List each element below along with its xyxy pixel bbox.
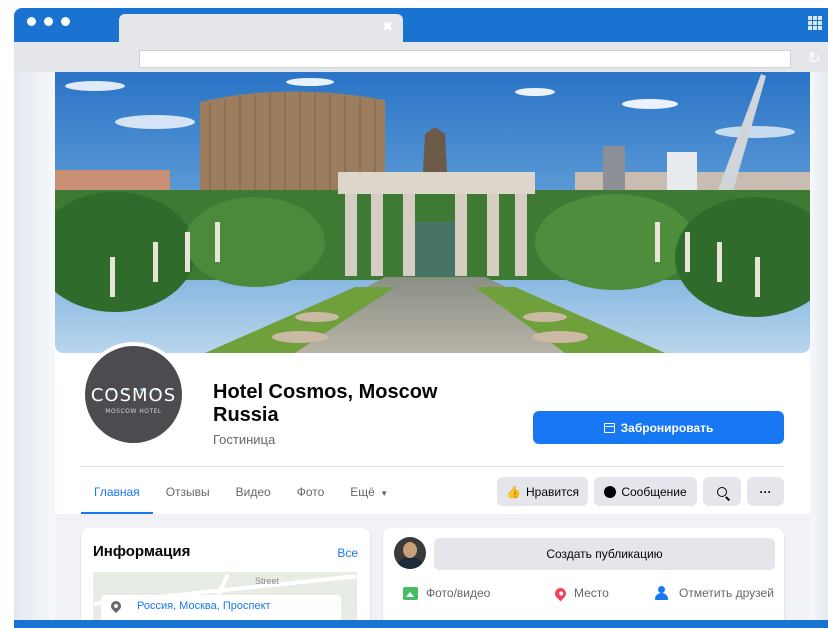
photo-video-button[interactable]: Фото/видео — [403, 586, 490, 600]
page-category: Гостиница — [213, 432, 276, 447]
photo-icon — [403, 586, 418, 600]
header-divider — [81, 466, 784, 467]
like-button[interactable]: 👍 Нравится — [497, 477, 588, 506]
page-margin-right — [810, 72, 828, 620]
tab-photos[interactable]: Фото — [284, 478, 338, 514]
book-button[interactable]: Забронировать — [533, 411, 784, 444]
hotel-logo: COSMOS MOSCOW HOTEL — [85, 346, 182, 443]
tab-reviews[interactable]: Отзывы — [153, 478, 223, 514]
page-margin-left — [14, 72, 55, 620]
logo-text: COSMOS — [90, 385, 177, 406]
more-icon: ··· — [759, 484, 772, 499]
location-pin-icon — [108, 598, 124, 614]
location-pin-icon — [552, 585, 569, 601]
browser-bottom-bar — [14, 620, 828, 628]
tab-videos[interactable]: Видео — [223, 478, 284, 514]
more-options-button[interactable]: ··· — [747, 477, 784, 506]
post-composer: Создать публикацию Фото/видео Место Отме… — [383, 528, 784, 628]
apps-grid-icon[interactable] — [808, 16, 822, 30]
user-avatar[interactable] — [394, 537, 426, 569]
profile-picture[interactable]: COSMOS MOSCOW HOTEL — [81, 342, 186, 447]
photo-video-label: Фото/видео — [426, 586, 491, 600]
person-icon — [655, 586, 671, 600]
minimize-window-dot[interactable] — [44, 17, 53, 26]
see-all-link[interactable]: Все — [337, 546, 358, 560]
address-text: Россия, Москва, Проспект — [137, 600, 271, 612]
window-controls — [27, 17, 70, 26]
place-label: Место — [574, 586, 609, 600]
tag-friends-button[interactable]: Отметить друзей — [655, 586, 774, 600]
create-post-button[interactable]: Создать публикацию — [434, 538, 775, 570]
logo-subtext: MOSCOW HOTEL — [105, 408, 162, 415]
search-icon — [717, 486, 727, 497]
close-window-dot[interactable] — [27, 17, 36, 26]
map-street-label: Street — [255, 576, 280, 586]
page-title: Hotel Cosmos, Moscow Russia — [213, 381, 438, 426]
thumbs-up-icon: 👍 — [506, 484, 521, 499]
search-button[interactable] — [703, 477, 741, 506]
tab-home[interactable]: Главная — [81, 478, 153, 515]
maximize-window-dot[interactable] — [61, 17, 70, 26]
like-button-label: Нравится — [526, 484, 579, 499]
calendar-icon — [603, 422, 615, 433]
reload-icon[interactable]: ↻ — [808, 49, 821, 67]
info-title: Информация — [93, 543, 191, 560]
book-button-label: Забронировать — [620, 420, 714, 435]
caret-down-icon: ▼ — [380, 489, 389, 498]
browser-tab[interactable]: ✖ — [119, 14, 403, 44]
tab-more[interactable]: Ещё ▼ — [337, 478, 401, 514]
message-button-label: Сообщение — [621, 484, 687, 499]
tag-friends-label: Отметить друзей — [679, 586, 774, 600]
messenger-icon — [604, 485, 617, 498]
close-tab-icon[interactable]: ✖ — [382, 20, 393, 35]
place-button[interactable]: Место — [552, 585, 609, 601]
tab-more-label: Ещё — [350, 485, 375, 499]
message-button[interactable]: Сообщение — [594, 477, 697, 506]
page-nav: Главная Отзывы Видео Фото Ещё ▼ — [81, 478, 401, 515]
info-card: Информация Все Street Россия, Москва, Пр… — [81, 528, 370, 628]
cover-photo[interactable] — [55, 72, 810, 353]
address-bar[interactable] — [139, 50, 791, 68]
